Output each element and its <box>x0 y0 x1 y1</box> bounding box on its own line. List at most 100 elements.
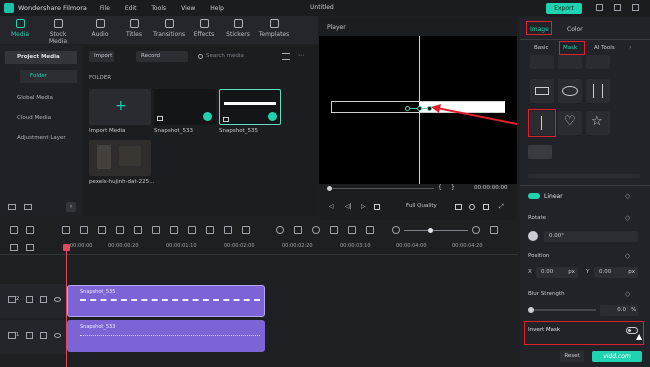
timeline-clip-snapshot-533[interactable]: Snapshot_533 <box>67 320 265 352</box>
import-media-tile[interactable]: + <box>89 89 151 125</box>
search-input[interactable]: Search media <box>196 51 276 62</box>
tab-templates[interactable]: Templates <box>258 19 290 38</box>
linear-toggle[interactable] <box>528 193 540 199</box>
mask-shape-brush[interactable] <box>528 145 552 159</box>
list-icon[interactable] <box>330 226 338 234</box>
reset-button[interactable]: Reset <box>560 351 584 362</box>
rotate-dial[interactable] <box>528 231 538 241</box>
camera-icon[interactable] <box>469 204 475 210</box>
x-field[interactable]: 0.00 px <box>536 267 578 278</box>
mask-shape-draw[interactable] <box>558 55 582 69</box>
menu-file[interactable]: File <box>100 5 110 12</box>
tag-icon[interactable] <box>134 226 142 234</box>
preview-screen[interactable] <box>319 36 518 184</box>
sidebar-item-global-media[interactable]: Global Media <box>5 92 77 105</box>
eye-icon[interactable] <box>54 297 61 302</box>
speaker-icon[interactable] <box>40 296 47 303</box>
media-item-snapshot-533[interactable] <box>154 89 216 125</box>
menu-view[interactable]: View <box>181 5 195 12</box>
sidebar-item-adjustment-layer[interactable]: Adjustment Layer <box>5 132 77 145</box>
mask-handle-center[interactable] <box>417 106 422 111</box>
eye-icon[interactable] <box>54 333 61 338</box>
subtab-basic[interactable]: Basic <box>534 45 549 51</box>
tab-titles[interactable]: Titles <box>118 19 150 38</box>
speed-icon[interactable] <box>116 226 124 234</box>
subtab-ai-tools[interactable]: AI Tools <box>594 45 615 51</box>
playhead-handle[interactable] <box>63 244 70 251</box>
quality-dropdown[interactable]: Full Quality <box>406 203 437 209</box>
tab-stock-media[interactable]: Stock Media <box>42 19 74 45</box>
delete-icon[interactable] <box>62 226 70 234</box>
layout-icon[interactable] <box>10 226 18 234</box>
add-track-icon[interactable] <box>10 244 18 251</box>
mark-out-icon[interactable]: } <box>451 184 455 191</box>
record-dropdown[interactable]: Record <box>136 51 188 62</box>
zoom-knob[interactable] <box>428 228 433 233</box>
collapse-sidebar-icon[interactable]: ‹ <box>66 202 76 212</box>
mask-shape-star[interactable]: ☆ <box>586 111 610 135</box>
tab-transitions[interactable]: Transitions <box>153 19 185 38</box>
chevron-right-icon[interactable]: › <box>629 44 631 51</box>
mask-shape-double-line[interactable] <box>586 79 610 103</box>
zoom-in-icon[interactable] <box>472 226 480 234</box>
maximize-icon[interactable] <box>614 4 621 11</box>
more-tools-icon[interactable] <box>242 226 250 234</box>
tab-audio[interactable]: Audio <box>84 19 116 38</box>
close-icon[interactable] <box>632 4 639 11</box>
sidebar-item-cloud-media[interactable]: Cloud Media <box>5 112 77 125</box>
playhead-line[interactable] <box>66 248 67 367</box>
grid-icon[interactable] <box>490 226 498 234</box>
mask-shape-circle[interactable] <box>558 79 582 103</box>
cursor-icon[interactable] <box>26 226 34 234</box>
mask-handle-left[interactable] <box>405 106 410 111</box>
tab-effects[interactable]: Effects <box>188 19 220 38</box>
minimize-icon[interactable] <box>596 4 603 11</box>
adjust-icon[interactable] <box>188 226 196 234</box>
menu-tools[interactable]: Tools <box>151 5 166 12</box>
marker-icon[interactable] <box>294 226 302 234</box>
snapshot-timeline-icon[interactable] <box>348 226 356 234</box>
speaker-icon[interactable] <box>40 332 47 339</box>
audio-wave-icon[interactable] <box>224 226 232 234</box>
zoom-slider[interactable] <box>404 230 468 231</box>
filter-icon[interactable] <box>282 53 290 60</box>
import-dropdown[interactable]: Import <box>89 51 114 62</box>
menu-edit[interactable]: Edit <box>125 5 137 12</box>
palette-icon[interactable] <box>206 226 214 234</box>
link-icon[interactable] <box>26 244 34 251</box>
mic-icon[interactable] <box>312 226 320 234</box>
mask-shape-import[interactable] <box>530 55 554 69</box>
tab-color[interactable]: Color <box>567 26 583 33</box>
blur-slider-track[interactable] <box>534 309 596 311</box>
media-item-snapshot-535[interactable] <box>219 89 281 125</box>
new-folder-icon[interactable] <box>8 204 16 210</box>
keyframe-icon[interactable]: ◇ <box>625 192 630 200</box>
export-button[interactable]: Export <box>546 3 582 14</box>
mask-shape-rectangle[interactable] <box>530 79 554 103</box>
sidebar-item-folder[interactable]: Folder <box>20 70 77 83</box>
stop-icon[interactable] <box>374 204 380 210</box>
split-icon[interactable] <box>80 226 88 234</box>
timeline-clip-snapshot-535[interactable]: Snapshot_535 <box>67 285 265 317</box>
zoom-out-icon[interactable] <box>392 226 400 234</box>
mask-shape-heart[interactable]: ♡ <box>558 111 582 135</box>
media-item-pexels[interactable] <box>89 140 151 176</box>
scale-icon[interactable] <box>170 226 178 234</box>
keyframe-icon[interactable]: ◇ <box>625 252 630 260</box>
render-icon[interactable] <box>276 226 284 234</box>
lock-icon[interactable] <box>26 296 33 303</box>
fullscreen-icon[interactable]: ⤢ <box>499 203 504 211</box>
keyframe-icon[interactable]: ◇ <box>625 290 630 298</box>
scrub-bar[interactable] <box>332 188 434 189</box>
previous-frame-icon[interactable]: ◁ <box>329 203 334 210</box>
play-icon[interactable]: ▷ <box>361 203 366 210</box>
more-icon[interactable]: ⋯ <box>298 52 304 59</box>
tab-media[interactable]: Media <box>4 19 36 38</box>
ai-icon[interactable] <box>366 226 374 234</box>
step-back-icon[interactable]: ◁| <box>345 203 352 210</box>
mark-in-icon[interactable]: { <box>438 184 442 191</box>
rotate-field[interactable]: 0.00° <box>544 231 638 242</box>
shapes-scrollbar[interactable] <box>528 174 640 178</box>
y-field[interactable]: 0.00 px <box>594 267 638 278</box>
sidebar-item-project-media[interactable]: Project Media <box>5 51 77 64</box>
